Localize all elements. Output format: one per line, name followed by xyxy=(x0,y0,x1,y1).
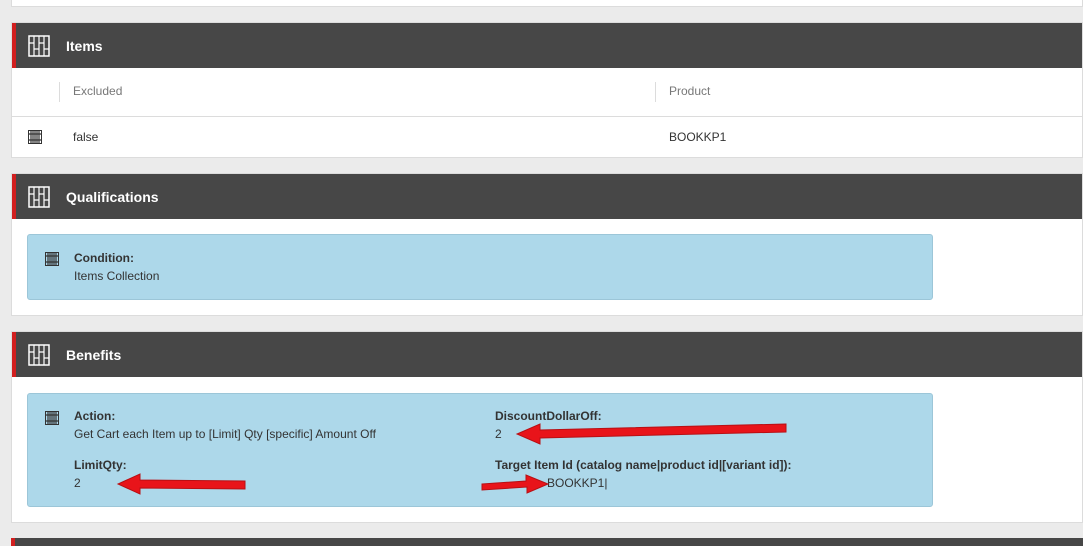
next-section-header-edge xyxy=(11,538,1083,546)
annotation-arrow xyxy=(116,423,787,495)
